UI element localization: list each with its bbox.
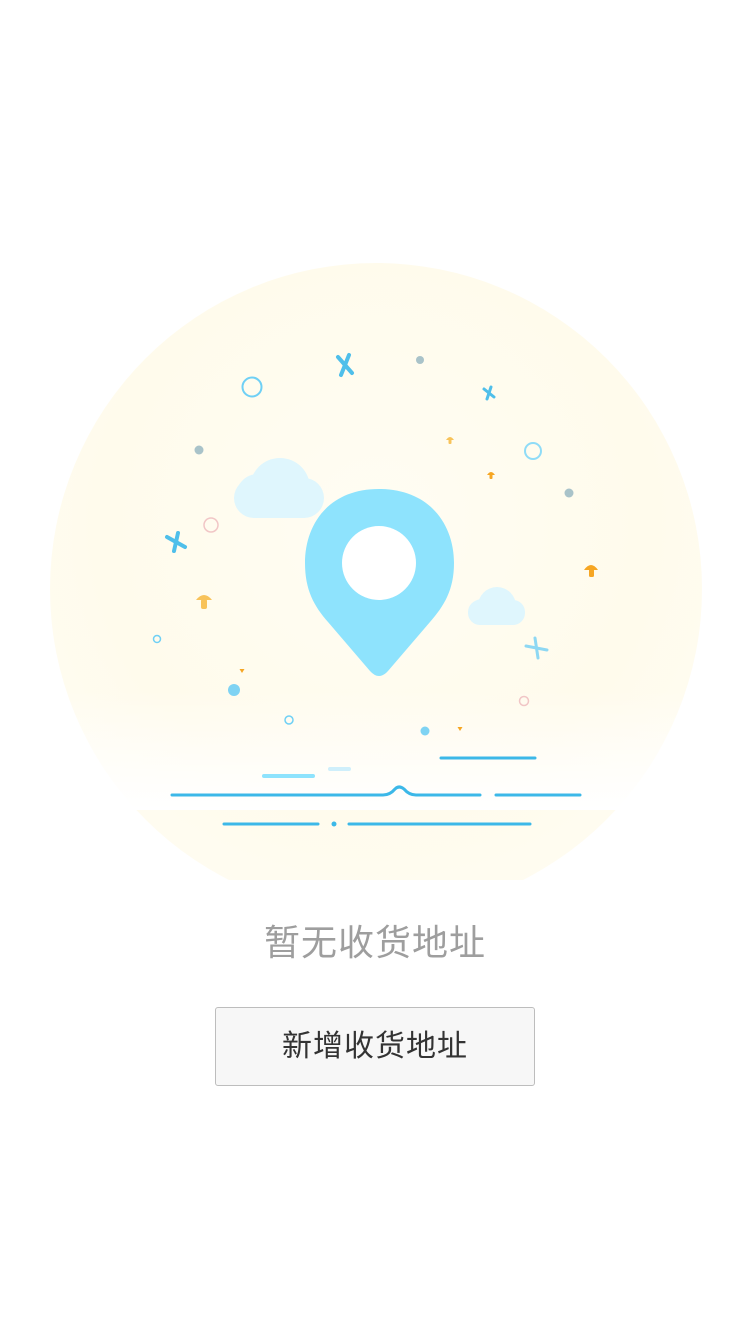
ground-dot	[331, 821, 337, 827]
empty-state-message: 暂无收货地址	[263, 923, 486, 964]
add-address-button[interactable]: 新增收货地址	[215, 1007, 535, 1086]
empty-address-illustration	[0, 263, 750, 880]
